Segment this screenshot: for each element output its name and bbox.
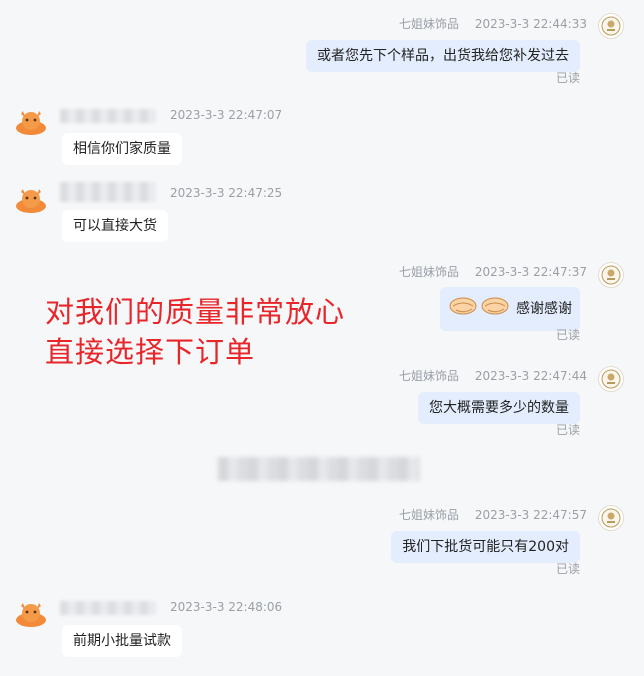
customer-avatar[interactable] xyxy=(15,108,47,136)
sender-name: 七姐妹饰品 xyxy=(398,265,459,279)
message-time: 2023-3-3 22:44:33 xyxy=(474,17,587,31)
annotation-line-1: 对我们的质量非常放心 xyxy=(45,295,346,329)
message-bubble[interactable]: 您大概需要多少的数量 xyxy=(418,392,580,424)
message-bubble[interactable]: 相信你们家质量 xyxy=(62,133,182,165)
message-meta: 七姐妹饰品 2023-3-3 22:47:57 xyxy=(399,506,587,523)
message-time: 2023-3-3 22:47:07 xyxy=(170,108,283,122)
handshake-icon xyxy=(448,293,510,325)
message-time: 2023-3-3 22:47:44 xyxy=(474,369,587,383)
customer-avatar[interactable] xyxy=(15,600,47,628)
message-time: 2023-3-3 22:48:06 xyxy=(170,600,283,614)
message-meta: 七姐妹饰品 2023-3-3 22:44:33 xyxy=(399,15,587,32)
annotation-text: 对我们的质量非常放心 直接选择下订单 xyxy=(45,292,345,372)
shop-avatar[interactable] xyxy=(598,13,624,39)
message-time: 2023-3-3 22:47:25 xyxy=(170,186,283,200)
shop-avatar[interactable] xyxy=(598,262,624,288)
message-bubble[interactable]: 可以直接大货 xyxy=(62,210,168,242)
message-time: 2023-3-3 22:47:37 xyxy=(474,265,587,279)
message-bubble[interactable]: 或者您先下个样品，出货我给您补发过去 xyxy=(306,40,580,72)
annotation-line-2: 直接选择下订单 xyxy=(45,335,256,369)
read-status: 已读 xyxy=(555,562,580,576)
message-meta: 七姐妹饰品 2023-3-3 22:47:37 xyxy=(399,263,587,280)
message-meta: 七姐妹饰品 2023-3-3 22:47:44 xyxy=(399,367,587,384)
blurred-username xyxy=(60,182,156,202)
customer-avatar[interactable] xyxy=(15,186,47,214)
message-text: 感谢感谢 xyxy=(516,301,572,317)
sender-name: 七姐妹饰品 xyxy=(398,508,459,522)
sender-name: 七姐妹饰品 xyxy=(398,17,459,31)
blurred-system-notice xyxy=(218,457,420,481)
message-time: 2023-3-3 22:47:57 xyxy=(474,508,587,522)
message-bubble[interactable]: 前期小批量试款 xyxy=(62,625,182,657)
blurred-username xyxy=(60,109,156,123)
read-status: 已读 xyxy=(555,71,580,85)
read-status: 已读 xyxy=(555,423,580,437)
message-bubble[interactable]: 我们下批货可能只有200对 xyxy=(391,531,580,563)
blurred-username xyxy=(60,601,156,615)
sender-name: 七姐妹饰品 xyxy=(398,369,459,383)
shop-avatar[interactable] xyxy=(598,366,624,392)
shop-avatar[interactable] xyxy=(598,505,624,531)
read-status: 已读 xyxy=(555,328,580,342)
message-bubble[interactable]: 感谢感谢 xyxy=(439,287,580,331)
